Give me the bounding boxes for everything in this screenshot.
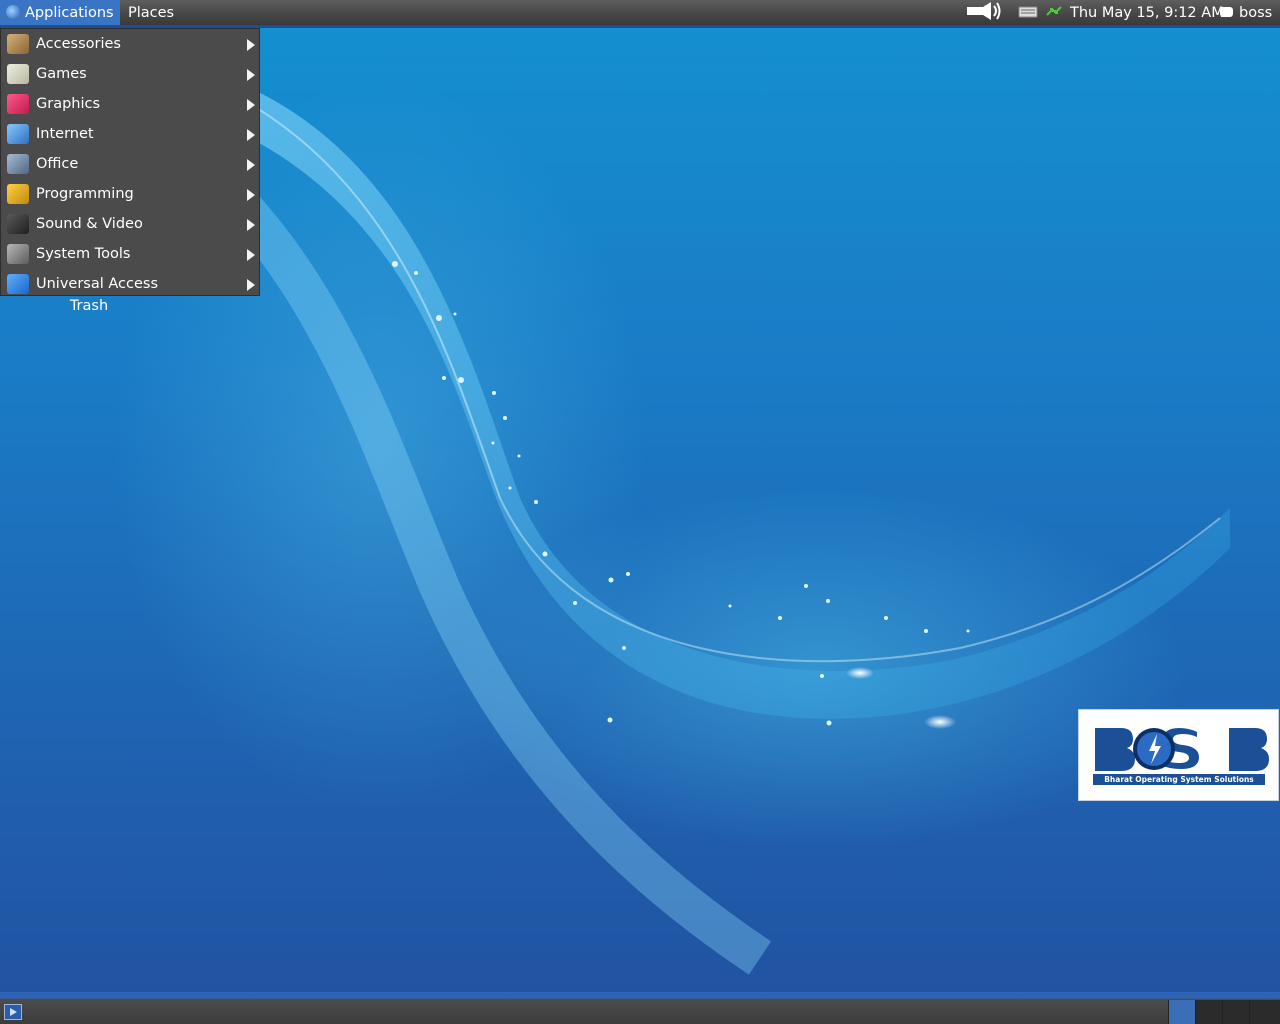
boss-logo: Bharat Operating System Solutions (1078, 709, 1279, 801)
submenu-arrow-icon (247, 279, 255, 291)
workspace-2[interactable] (1195, 1000, 1222, 1024)
menu-item-label: Sound & Video (36, 216, 143, 232)
submenu-arrow-icon (247, 159, 255, 171)
submenu-arrow-icon (247, 249, 255, 261)
user-name: boss (1239, 5, 1273, 21)
menu-item-label: Accessories (36, 36, 121, 52)
menu-item-programming[interactable]: Programming (1, 179, 259, 209)
universal-access-icon (7, 274, 29, 294)
workspace-1[interactable] (1168, 1000, 1195, 1024)
menu-item-label: Universal Access (36, 276, 159, 292)
games-icon (7, 64, 29, 84)
trash-desktop-icon[interactable]: Trash (60, 298, 118, 314)
applications-label: Applications (25, 5, 114, 21)
menu-item-graphics[interactable]: Graphics (1, 89, 259, 119)
menu-item-system-tools[interactable]: System Tools (1, 239, 259, 269)
menu-item-label: System Tools (36, 246, 131, 262)
network-icon[interactable] (1043, 0, 1065, 25)
programming-icon (7, 184, 29, 204)
office-icon (7, 154, 29, 174)
places-menu-button[interactable]: Places (122, 0, 180, 25)
applications-menu-button[interactable]: Applications (0, 0, 120, 25)
menu-item-label: Programming (36, 186, 134, 202)
sound-video-icon (7, 214, 29, 234)
distro-logo-icon (6, 5, 20, 19)
menu-item-games[interactable]: Games (1, 59, 259, 89)
accessories-icon (7, 34, 29, 54)
submenu-arrow-icon (247, 189, 255, 201)
menu-item-label: Office (36, 156, 79, 172)
menu-item-office[interactable]: Office (1, 149, 259, 179)
chat-icon (1220, 7, 1233, 17)
top-panel: Applications Places Thu May 15, 9:12 AM … (0, 0, 1280, 28)
internet-icon (7, 124, 29, 144)
menu-item-sound-video[interactable]: Sound & Video (1, 209, 259, 239)
boss-logo-tagline: Bharat Operating System Solutions (1104, 775, 1254, 784)
clock[interactable]: Thu May 15, 9:12 AM (1070, 0, 1224, 25)
submenu-arrow-icon (247, 69, 255, 81)
graphics-icon (7, 94, 29, 114)
submenu-arrow-icon (247, 129, 255, 141)
workspace-4[interactable] (1249, 1000, 1280, 1024)
menu-item-internet[interactable]: Internet (1, 119, 259, 149)
menu-item-label: Internet (36, 126, 94, 142)
system-tools-icon (7, 244, 29, 264)
submenu-arrow-icon (247, 99, 255, 111)
bottom-panel (0, 992, 1280, 1024)
user-menu[interactable]: boss (1220, 0, 1272, 25)
submenu-arrow-icon (247, 219, 255, 231)
volume-icon[interactable] (966, 0, 1002, 25)
workspace-3[interactable] (1222, 1000, 1249, 1024)
menu-item-label: Graphics (36, 96, 101, 112)
applications-menu: Accessories Games Graphics Internet Offi… (0, 28, 260, 296)
submenu-arrow-icon (247, 39, 255, 51)
show-desktop-icon[interactable] (4, 1004, 22, 1020)
keyboard-icon[interactable] (1017, 0, 1039, 25)
menu-item-universal-access[interactable]: Universal Access (1, 269, 259, 299)
menu-item-label: Games (36, 66, 87, 82)
menu-item-accessories[interactable]: Accessories (1, 29, 259, 59)
